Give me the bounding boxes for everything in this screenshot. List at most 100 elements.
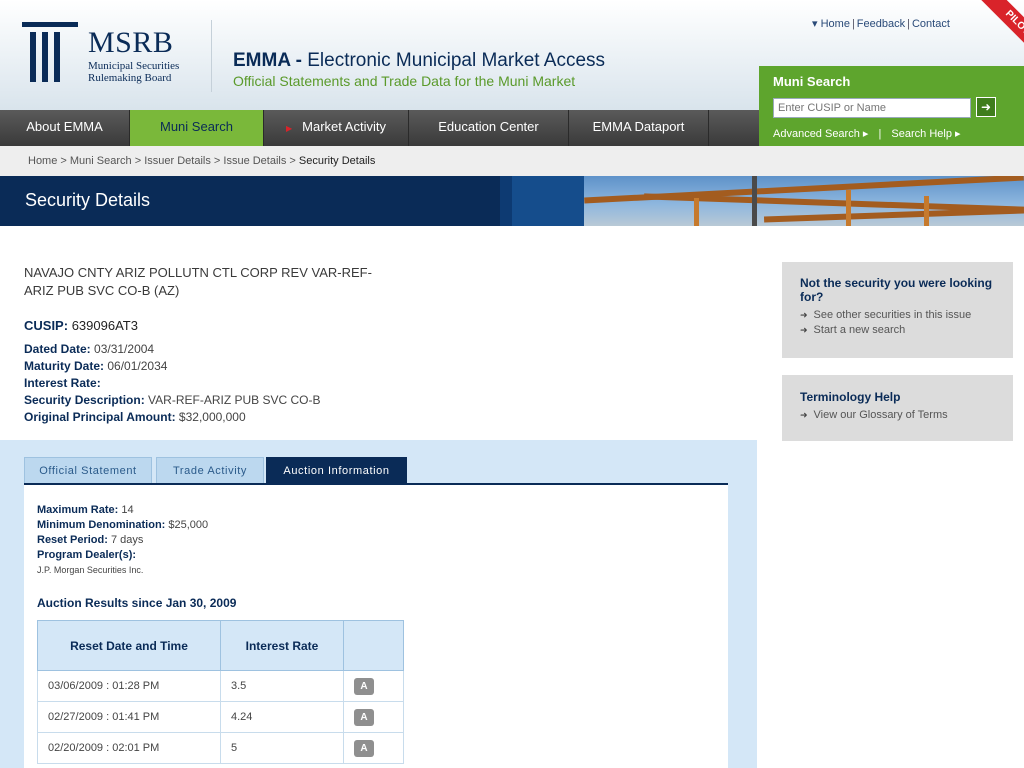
org-name: MSRB [88,26,174,59]
pilot-label: PILOT [978,0,1024,60]
dated-date-row: Dated Date: 03/31/2004 [24,341,321,358]
new-search-label: Start a new search [813,324,906,336]
search-links: Advanced Search ▸ | Search Help ▸ [773,127,961,140]
emma-title-bold: EMMA - [233,50,302,71]
top-links-arrow-icon: ▾ [812,18,818,30]
arrow-right-icon: ➜ [800,410,808,420]
max-rate-value: 14 [121,504,134,516]
search-input[interactable] [773,98,971,118]
interest-rate-label: Interest Rate: [24,376,101,390]
search-help-link[interactable]: Search Help ▸ [891,128,960,140]
muni-search-box: Muni Search ➜ Advanced Search ▸ | Search… [759,66,1024,146]
search-links-separator: | [878,128,882,140]
badge-cell: A [343,732,404,764]
nav-emma-dataport[interactable]: EMMA Dataport [569,110,709,146]
min-denom-label: Minimum Denomination: [37,519,166,531]
org-sub-line1: Municipal Securities [88,60,180,72]
column-header-badge [343,620,404,671]
breadcrumb: Home > Muni Search > Issuer Details > Is… [28,155,376,167]
main-nav: About EMMA Muni Search ▶ Market Activity … [0,110,759,146]
dated-date-value: 03/31/2004 [94,342,155,356]
maturity-date-row: Maturity Date: 06/01/2034 [24,358,321,375]
interest-rate-cell: 3.5 [220,670,344,702]
security-description-row: Security Description: VAR-REF-ARIZ PUB S… [24,392,321,409]
table-row: 02/27/2009 : 01:41 PM 4.24 A [37,701,404,733]
interest-rate-cell: 5 [220,732,344,764]
emma-subtitle: Official Statements and Trade Data for t… [233,73,576,89]
terminology-title: Terminology Help [800,390,901,404]
dated-date-label: Dated Date: [24,342,91,356]
home-link[interactable]: Home [821,18,850,30]
arrow-right-icon: ➜ [800,325,808,335]
nav-about-emma[interactable]: About EMMA [0,110,130,146]
crumb-issue-details[interactable]: Issue Details [223,155,286,167]
crumb-security-details: Security Details [298,155,376,167]
auction-info: Maximum Rate: 14 Minimum Denomination: $… [37,503,208,578]
cusip-value: 639096AT3 [71,318,138,333]
auction-results-title: Auction Results since Jan 30, 2009 [37,596,237,610]
crumb-home[interactable]: Home [28,155,57,167]
reset-date-cell: 02/27/2009 : 01:41 PM [37,701,221,733]
reset-period-label: Reset Period: [37,534,108,546]
table-header-row: Reset Date and Time Interest Rate [37,620,404,671]
arrow-right-icon: ➜ [800,310,808,320]
crumb-issuer-details[interactable]: Issuer Details [144,155,211,167]
reset-period-value: 7 days [110,534,144,546]
page-title: Security Details [25,190,151,210]
crumb-muni-search[interactable]: Muni Search [70,155,132,167]
org-sub-line2: Rulemaking Board [88,72,172,84]
search-go-button[interactable]: ➜ [976,97,996,117]
feedback-link[interactable]: Feedback [857,18,905,30]
table-row: 03/06/2009 : 01:28 PM 3.5 A [37,670,404,702]
top-links: ▾ Home | Feedback | Contact [812,18,950,30]
reset-date-cell: 02/20/2009 : 02:01 PM [37,732,221,764]
maturity-date-label: Maturity Date: [24,359,105,373]
tab-trade-activity[interactable]: Trade Activity [156,457,264,484]
glossary-link[interactable]: ➜ View our Glossary of Terms [800,409,995,421]
table-row: 02/20/2009 : 02:01 PM 5 A [37,732,404,764]
header-divider [211,20,212,92]
auction-badge-icon[interactable]: A [354,677,374,695]
badge-cell: A [343,701,404,733]
tab-auction-information[interactable]: Auction Information [266,457,407,484]
auction-badge-icon[interactable]: A [354,739,374,757]
muni-search-title: Muni Search [773,74,851,89]
program-dealer-value: J.P. Morgan Securities Inc. [37,565,144,575]
banner-block [512,176,584,226]
principal-amount-value: $32,000,000 [178,410,246,424]
not-found-box: Not the security you were looking for? ➜… [782,262,1013,358]
program-dealer-label: Program Dealer(s): [37,549,137,561]
nav-market-activity[interactable]: ▶ Market Activity [264,110,409,146]
advanced-search-link[interactable]: Advanced Search ▸ [773,128,868,140]
pilot-ribbon[interactable]: PILOT [964,0,1024,60]
nav-education-center[interactable]: Education Center [409,110,569,146]
terminology-box: Terminology Help ➜ View our Glossary of T… [782,375,1013,441]
min-denom-value: $25,000 [168,519,209,531]
new-search-link[interactable]: ➜ Start a new search [800,324,995,336]
min-denom-row: Minimum Denomination: $25,000 [37,518,208,533]
other-securities-link[interactable]: ➜ See other securities in this issue [800,309,995,321]
cusip-label: CUSIP: [24,318,69,333]
nav-muni-search[interactable]: Muni Search [130,110,264,146]
cusip-line: CUSIP: 639096AT3 [24,318,138,333]
security-description-label: Security Description: [24,393,145,407]
interest-rate-cell: 4.24 [220,701,344,733]
tab-official-statement[interactable]: Official Statement [24,457,152,484]
max-rate-label: Maximum Rate: [37,504,119,516]
msrb-logo-icon[interactable] [22,22,82,84]
maturity-date-value: 06/01/2034 [107,359,168,373]
auction-badge-icon[interactable]: A [354,708,374,726]
max-rate-row: Maximum Rate: 14 [37,503,208,518]
banner-block [500,176,512,226]
program-dealer-row: Program Dealer(s): [37,548,208,563]
column-header-interest-rate[interactable]: Interest Rate [220,620,344,671]
banner-bridge-image [584,176,1024,226]
emma-title: EMMA - Electronic Municipal Market Acces… [233,50,605,72]
contact-link[interactable]: Contact [912,18,950,30]
glossary-label: View our Glossary of Terms [813,409,948,421]
org-subtitle: Municipal Securities Rulemaking Board [88,60,179,84]
nav-active-arrow-icon: ▶ [286,124,293,133]
column-header-reset-date[interactable]: Reset Date and Time [37,620,221,671]
reset-date-cell: 03/06/2009 : 01:28 PM [37,670,221,702]
not-found-title: Not the security you were looking for? [800,276,993,304]
